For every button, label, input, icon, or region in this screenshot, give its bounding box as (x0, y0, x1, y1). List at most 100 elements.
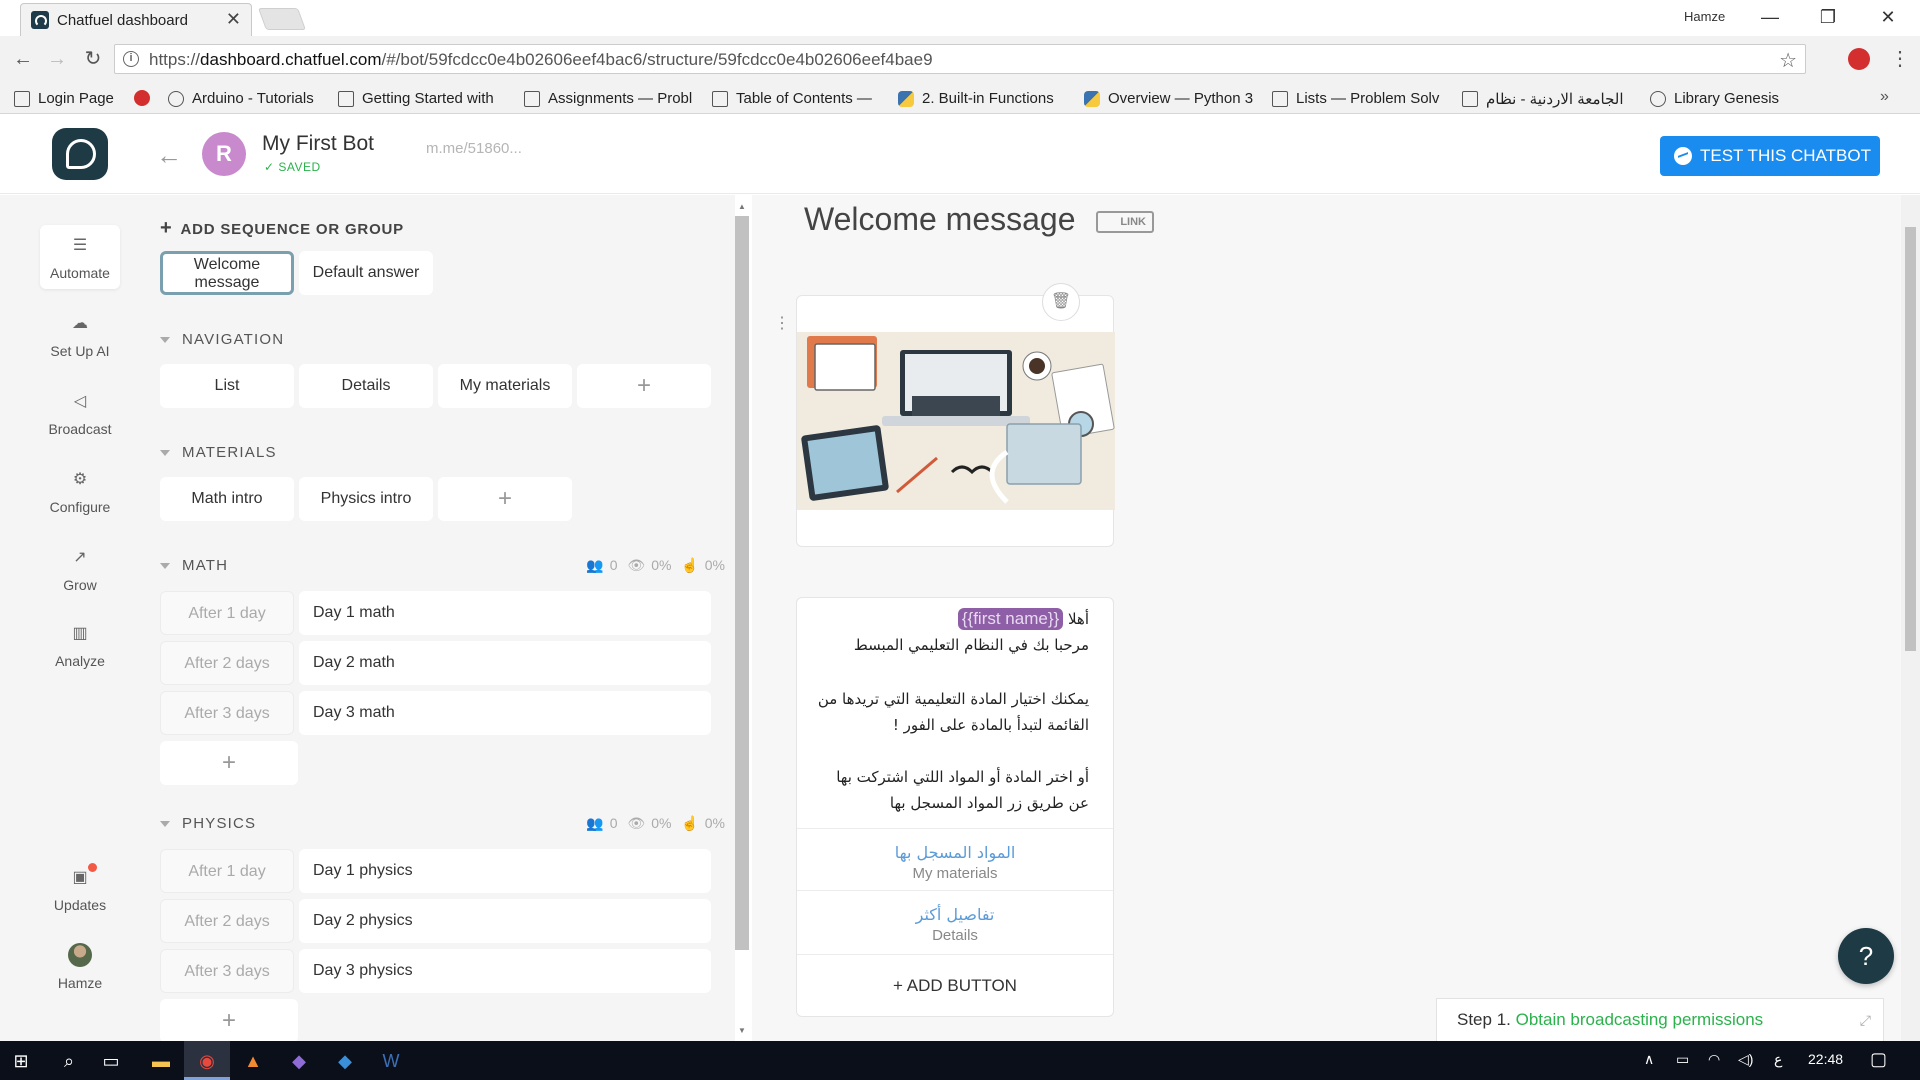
back-icon[interactable]: ← (10, 46, 36, 72)
delay-label[interactable]: After 1 day (160, 591, 294, 635)
collapse-caret-icon[interactable] (160, 337, 170, 344)
word-icon[interactable]: W (380, 1050, 402, 1072)
task-view-icon[interactable]: ▭ (100, 1050, 122, 1072)
bookmark-python-overview[interactable]: Overview — Python 3 (1084, 90, 1253, 107)
block-physics-intro[interactable]: Physics intro (299, 477, 433, 521)
bookmark-table-of-contents[interactable]: Table of Contents — (712, 90, 872, 107)
sidebar-item-automate[interactable]: ☰ Automate (40, 225, 120, 289)
group-physics-header[interactable]: PHYSICS (160, 815, 256, 832)
text-card[interactable]: أهلا {{first name}} مرحبا بك في النظام ا… (796, 597, 1114, 1017)
scroll-down-icon[interactable]: ▼ (738, 1026, 746, 1035)
visual-studio-icon[interactable]: ◆ (288, 1050, 310, 1072)
bot-link[interactable]: m.me/51860... (426, 140, 522, 157)
delay-label[interactable]: After 2 days (160, 899, 294, 943)
bookmark-assignments[interactable]: Assignments — Probl (524, 90, 692, 107)
group-materials-header[interactable]: MATERIALS (160, 444, 277, 461)
forward-icon[interactable]: → (44, 46, 70, 72)
block-details[interactable]: Details (299, 364, 433, 408)
vscode-icon[interactable]: ◆ (334, 1050, 356, 1072)
add-block-button[interactable]: + (160, 741, 298, 785)
extension-icon[interactable] (1848, 48, 1870, 70)
test-chatbot-button[interactable]: TEST THIS CHATBOT (1660, 136, 1880, 176)
minimize-icon[interactable]: — (1748, 2, 1792, 32)
sidebar-item-broadcast[interactable]: ◁ Broadcast (40, 381, 120, 445)
add-sequence-button[interactable]: + ADD SEQUENCE OR GROUP (160, 217, 404, 240)
info-icon[interactable]: i (123, 51, 139, 67)
message-line[interactable]: عن طريق زر المواد المسجل بها (890, 794, 1089, 812)
editor-scrollbar[interactable] (1901, 195, 1920, 1041)
structure-scrollbar[interactable] (735, 216, 749, 950)
more-bookmarks-icon[interactable]: » (1880, 88, 1889, 106)
collapse-caret-icon[interactable] (160, 563, 170, 570)
bookmark-star-icon[interactable]: ☆ (1779, 48, 1797, 73)
sidebar-item-setup-ai[interactable]: ☁ Set Up AI (40, 303, 120, 367)
delete-card-icon[interactable]: 🗑 (1042, 283, 1080, 321)
sequence-block[interactable]: Day 3 math (299, 691, 711, 735)
card-button-my-materials[interactable]: المواد المسجل بها My materials (797, 828, 1113, 890)
file-explorer-icon[interactable]: ▬ (150, 1050, 172, 1072)
block-welcome-message[interactable]: Welcome message (160, 251, 294, 295)
address-bar[interactable]: i https://dashboard.chatfuel.com/#/bot/5… (114, 44, 1806, 74)
notifications-icon[interactable]: ▢ (1870, 1049, 1887, 1070)
wifi-icon[interactable]: ◠ (1708, 1051, 1720, 1068)
scrollbar-thumb[interactable] (1905, 227, 1916, 651)
search-icon[interactable]: ⌕ (58, 1050, 80, 1072)
bookmark-getting-started[interactable]: Getting Started with (338, 90, 494, 107)
bookmark-lists[interactable]: Lists — Problem Solv (1272, 90, 1439, 107)
drag-handle-icon[interactable]: ⋮ (774, 313, 790, 333)
bot-name[interactable]: My First Bot (262, 132, 374, 156)
sidebar-item-grow[interactable]: ↗ Grow (40, 537, 120, 601)
step-link[interactable]: Obtain broadcasting permissions (1516, 1010, 1764, 1029)
delay-label[interactable]: After 2 days (160, 641, 294, 685)
language-indicator[interactable]: ع (1774, 1051, 1782, 1068)
chrome-taskbar-item[interactable]: ◉ (184, 1041, 230, 1080)
card-button-details[interactable]: تفاصيل أكثر Details (797, 890, 1113, 952)
block-title[interactable]: Welcome message (804, 201, 1076, 238)
message-line[interactable]: القائمة لتبدأ بالمادة على الفور ! (893, 716, 1089, 734)
add-block-button[interactable]: + (577, 364, 711, 408)
expand-icon[interactable]: ⤢ (1860, 999, 1871, 1041)
reload-icon[interactable]: ↻ (80, 46, 106, 72)
help-chat-icon[interactable]: ? (1838, 928, 1894, 984)
collapse-caret-icon[interactable] (160, 450, 170, 457)
sequence-block[interactable]: Day 2 physics (299, 899, 711, 943)
message-line[interactable]: أو اختر المادة أو المواد اللتي اشتركت به… (836, 768, 1089, 786)
onboarding-step-bar[interactable]: Step 1. Obtain broadcasting permissions … (1436, 998, 1884, 1041)
restore-icon[interactable]: ❐ (1806, 2, 1850, 32)
message-line[interactable]: يمكنك اختيار المادة التعليمية التي تريده… (818, 690, 1089, 708)
sequence-block[interactable]: Day 2 math (299, 641, 711, 685)
sidebar-item-analyze[interactable]: ▥ Analyze (40, 613, 120, 677)
chatfuel-logo[interactable] (52, 128, 108, 180)
matlab-icon[interactable]: ▲ (242, 1050, 264, 1072)
sequence-block[interactable]: Day 3 physics (299, 949, 711, 993)
group-navigation-header[interactable]: NAVIGATION (160, 331, 284, 348)
block-list[interactable]: List (160, 364, 294, 408)
browser-tab[interactable]: Chatfuel dashboard ✕ (20, 3, 252, 36)
message-line[interactable]: مرحبا بك في النظام التعليمي المبسط (854, 636, 1089, 654)
windows-start-icon[interactable]: ⊞ (10, 1050, 32, 1072)
clock[interactable]: 22:48 (1808, 1051, 1843, 1067)
new-tab-button[interactable] (257, 8, 307, 30)
sequence-block[interactable]: Day 1 math (299, 591, 711, 635)
back-arrow-icon[interactable]: ← (156, 140, 182, 171)
close-window-icon[interactable]: ✕ (1866, 2, 1910, 32)
block-my-materials[interactable]: My materials (438, 364, 572, 408)
sidebar-item-configure[interactable]: ⚙ Configure (40, 459, 120, 523)
add-button[interactable]: + ADD BUTTON (797, 954, 1113, 1016)
bookmark-ju[interactable]: الجامعة الاردنية - نظام (1462, 90, 1624, 108)
tab-close-icon[interactable]: ✕ (226, 9, 241, 30)
bookmark-builtin-functions[interactable]: 2. Built-in Functions (898, 90, 1054, 107)
bookmark-library-genesis[interactable]: Library Genesis (1650, 90, 1779, 107)
first-name-variable[interactable]: {{first name}} (957, 608, 1064, 630)
tray-chevron-icon[interactable]: ∧ (1644, 1051, 1654, 1068)
battery-icon[interactable]: ▭ (1676, 1051, 1689, 1068)
greeting-line[interactable]: أهلا {{first name}} (957, 608, 1089, 630)
delay-label[interactable]: After 3 days (160, 949, 294, 993)
block-math-intro[interactable]: Math intro (160, 477, 294, 521)
image-card[interactable] (796, 295, 1115, 547)
add-block-button[interactable]: + (160, 999, 298, 1041)
bookmark-opera[interactable] (134, 90, 150, 106)
sidebar-item-user[interactable]: Hamze (40, 935, 120, 999)
volume-icon[interactable]: ◁) (1738, 1051, 1753, 1068)
delay-label[interactable]: After 1 day (160, 849, 294, 893)
